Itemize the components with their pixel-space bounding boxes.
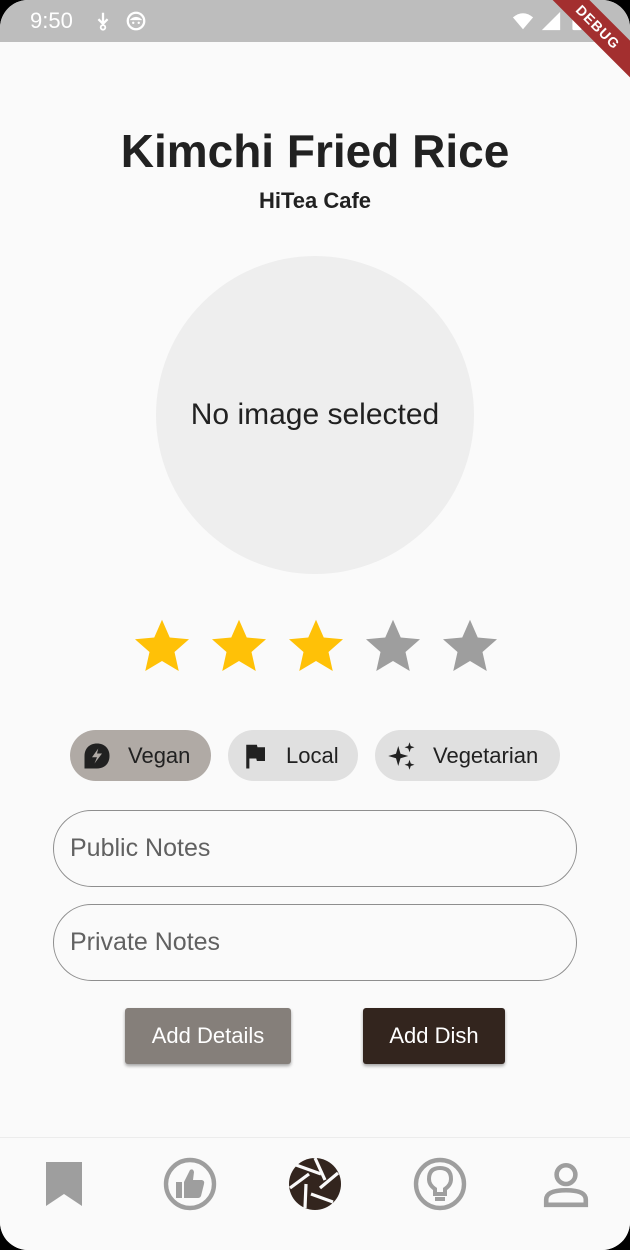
bookmark-icon — [46, 1162, 82, 1206]
public-notes-placeholder: Public Notes — [70, 834, 211, 862]
add-dish-button[interactable]: Add Dish — [363, 1008, 505, 1064]
signal-icon — [541, 11, 561, 31]
vegan-icon — [84, 743, 110, 768]
status-bar: 9:50 DEBUG — [0, 0, 630, 93]
sparkle-icon — [388, 741, 415, 770]
chip-label: Vegan — [128, 742, 191, 768]
nav-item-profile[interactable] — [536, 1154, 596, 1214]
status-time: 9:50 — [30, 8, 73, 33]
chip-vegan[interactable]: Vegan — [70, 730, 211, 781]
chip-label: Vegetarian — [433, 742, 539, 768]
chip-local[interactable]: Local — [228, 730, 358, 781]
person-icon — [543, 1162, 589, 1208]
private-notes-placeholder: Private Notes — [70, 928, 221, 956]
star-filled-icon[interactable] — [132, 616, 192, 676]
public-notes-input[interactable]: Public Notes — [53, 810, 577, 887]
image-placeholder-text: No image selected — [190, 398, 440, 431]
nav-item-camera[interactable] — [285, 1154, 345, 1214]
wifi-icon — [512, 13, 534, 30]
thumbs-up-icon — [163, 1157, 217, 1211]
flag-icon — [246, 744, 265, 768]
private-notes-input[interactable]: Private Notes — [53, 904, 577, 981]
download-notification-icon — [97, 12, 109, 31]
nav-item-recommendations[interactable] — [160, 1154, 220, 1214]
star-empty-icon[interactable] — [440, 616, 500, 676]
chip-vegetarian[interactable]: Vegetarian — [375, 730, 560, 781]
star-empty-icon[interactable] — [363, 616, 423, 676]
nav-item-bookmarks[interactable] — [34, 1154, 94, 1214]
nav-item-ideas[interactable] — [410, 1154, 470, 1214]
star-filled-icon[interactable] — [209, 616, 269, 676]
dish-title: Kimchi Fried Rice — [120, 125, 510, 177]
chip-label: Local — [286, 742, 339, 768]
star-rating — [132, 616, 502, 676]
restaurant-name: HiTea Cafe — [258, 188, 372, 213]
star-filled-icon[interactable] — [286, 616, 346, 676]
add-details-button[interactable]: Add Details — [125, 1008, 291, 1064]
camera-shutter-icon — [289, 1157, 341, 1210]
app-screen: 9:50 DEBUG Kimchi Fried Rice HiTea Cafe … — [0, 0, 630, 1250]
bottom-navigation — [0, 1137, 630, 1250]
face-notification-icon — [126, 11, 146, 31]
dish-image-picker[interactable]: No image selected — [156, 256, 474, 574]
lightbulb-icon — [413, 1157, 467, 1211]
